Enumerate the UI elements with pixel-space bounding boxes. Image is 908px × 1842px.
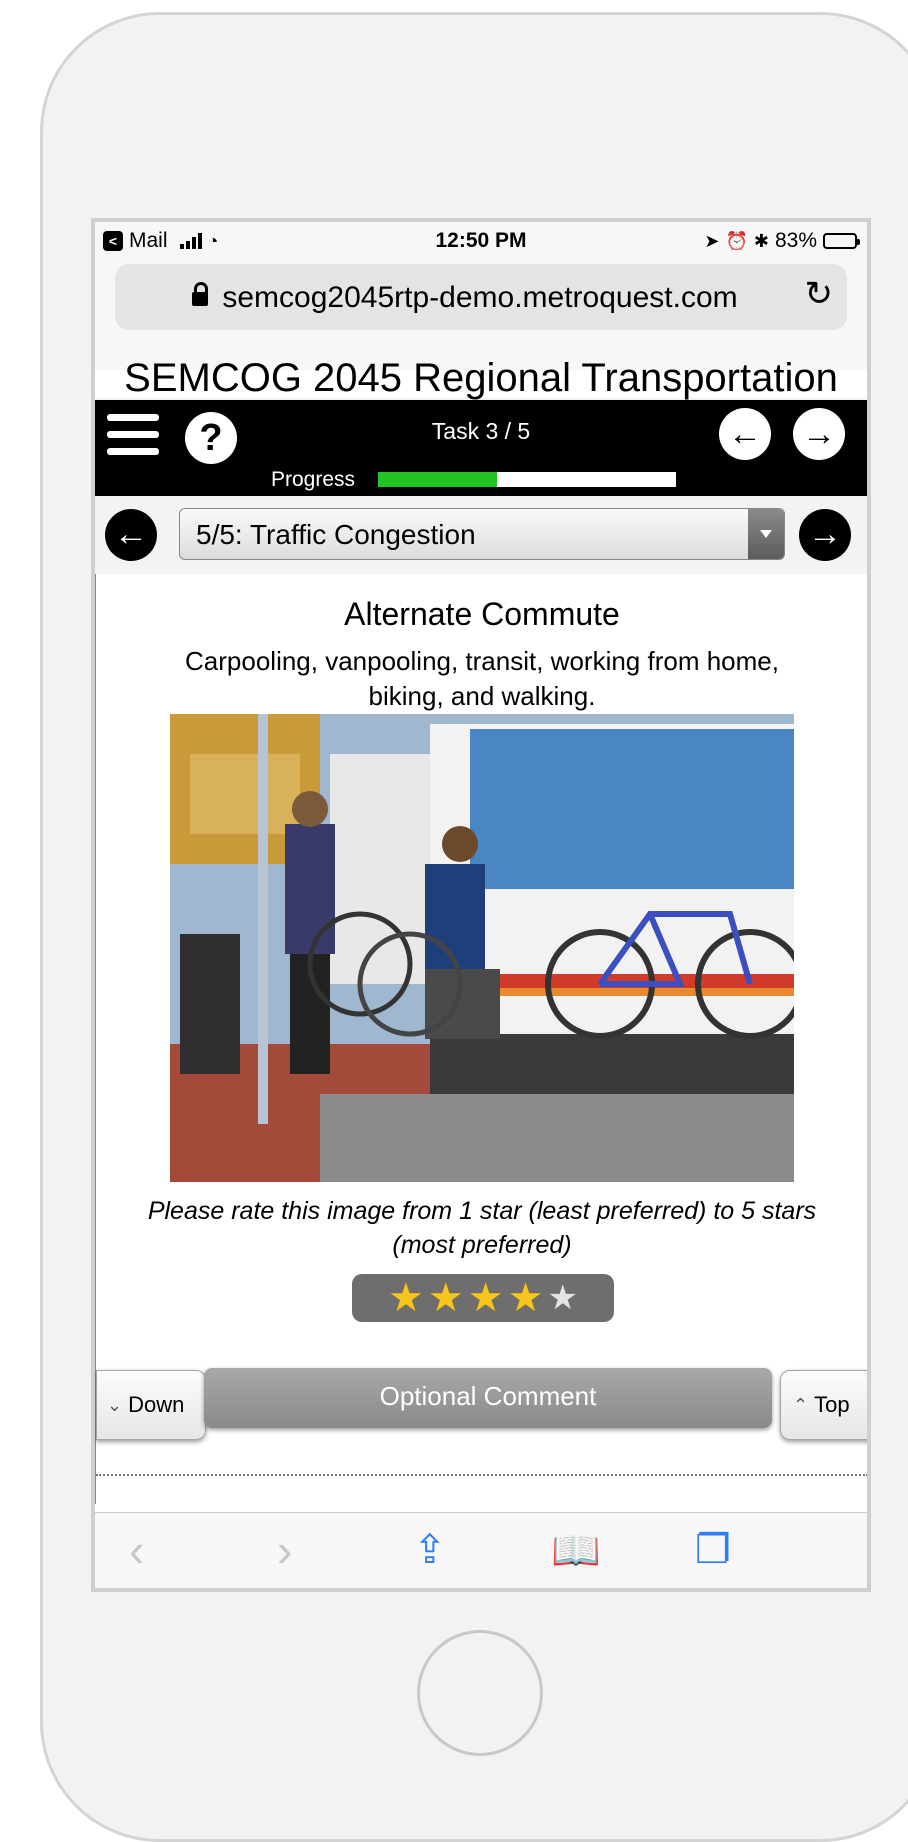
- battery-percent: 83%: [774, 229, 817, 252]
- previous-topic-button[interactable]: ←: [105, 509, 157, 561]
- url-text: semcog2045rtp-demo.metroquest.com: [222, 281, 738, 314]
- browser-toolbar: ‹ › ⇪ 📖 ❐: [95, 1512, 867, 1588]
- down-button[interactable]: ⌄ Down: [96, 1370, 206, 1440]
- chevron-down-icon: [748, 509, 784, 559]
- commute-photo: [170, 714, 794, 1182]
- alarm-icon: ⏰: [725, 230, 748, 251]
- bluetooth-icon: ✱: [753, 230, 769, 251]
- battery-icon: [823, 233, 860, 249]
- top-button[interactable]: ⌃ Top: [780, 1370, 867, 1440]
- star-rating[interactable]: ★ ★ ★ ★ ★: [352, 1274, 614, 1322]
- browser-forward-icon[interactable]: ›: [277, 1523, 292, 1577]
- down-label: Down: [128, 1392, 185, 1417]
- previous-task-button[interactable]: ←: [719, 408, 771, 460]
- tabs-icon[interactable]: ❐: [695, 1527, 731, 1573]
- card-description: Carpooling, vanpooling, transit, working…: [185, 646, 779, 711]
- bus-bike-photo: [170, 714, 794, 1182]
- chevron-down-icon: ⌄: [107, 1394, 123, 1415]
- star-4-icon[interactable]: ★: [508, 1276, 544, 1320]
- address-bar[interactable]: semcog2045rtp-demo.metroquest.com ↻: [115, 264, 847, 330]
- star-1-icon[interactable]: ★: [388, 1276, 424, 1320]
- progress-label: Progress: [271, 468, 356, 491]
- optional-comment-button[interactable]: Optional Comment: [204, 1368, 772, 1428]
- share-icon[interactable]: ⇪: [413, 1527, 447, 1573]
- lock-icon: [192, 282, 209, 306]
- status-bar: < Mail ◔ 12:50 PM ➤ ⏰ ✱ 83%: [95, 222, 867, 258]
- progress-fill: [378, 472, 498, 487]
- bookmarks-icon[interactable]: 📖: [551, 1527, 601, 1574]
- browser-chrome: semcog2045rtp-demo.metroquest.com ↻: [95, 258, 867, 370]
- dropdown-value: 5/5: Traffic Congestion: [196, 519, 476, 550]
- location-icon: ➤: [704, 230, 720, 251]
- chevron-up-icon: ⌃: [793, 1394, 809, 1415]
- star-2-icon[interactable]: ★: [428, 1276, 464, 1320]
- card-title: Alternate Commute: [344, 596, 620, 632]
- task-navbar: ? Task 3 / 5 ← → Progress: [95, 400, 867, 496]
- topic-selector-row: ← 5/5: Traffic Congestion →: [95, 496, 867, 576]
- rating-instructions: Please rate this image from 1 star (leas…: [147, 1197, 817, 1259]
- progress-bar: [378, 472, 676, 487]
- browser-back-icon[interactable]: ‹: [129, 1523, 144, 1577]
- top-label: Top: [814, 1392, 850, 1417]
- star-3-icon[interactable]: ★: [468, 1276, 504, 1320]
- topic-dropdown[interactable]: 5/5: Traffic Congestion: [179, 508, 785, 560]
- star-5-icon[interactable]: ★: [547, 1276, 577, 1320]
- next-topic-button[interactable]: →: [799, 509, 851, 561]
- device-screen: < Mail ◔ 12:50 PM ➤ ⏰ ✱ 83% semcog2045rt…: [91, 218, 871, 1592]
- rating-card: Alternate Commute Carpooling, vanpooling…: [95, 574, 867, 1504]
- next-task-button[interactable]: →: [793, 408, 845, 460]
- home-button[interactable]: [417, 1630, 543, 1756]
- divider: [96, 1474, 867, 1476]
- reload-icon[interactable]: ↻: [805, 274, 834, 314]
- page-title: SEMCOG 2045 Regional Transportation: [124, 356, 838, 400]
